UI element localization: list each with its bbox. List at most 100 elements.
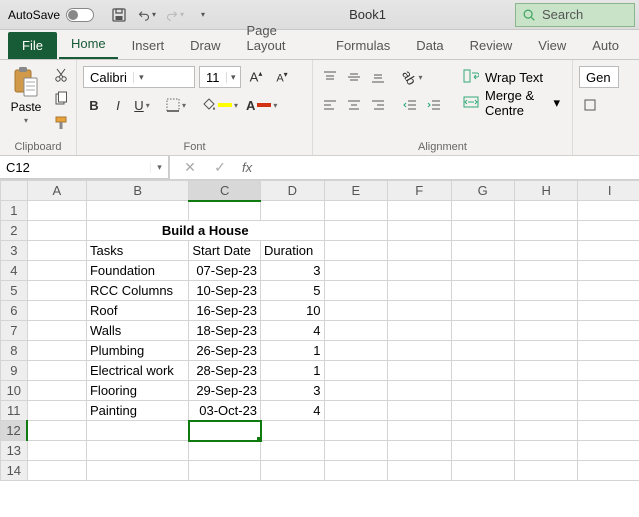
row-header[interactable]: 14 — [1, 461, 28, 481]
underline-button[interactable]: U▾ — [131, 94, 153, 116]
column-header[interactable]: E — [324, 181, 387, 201]
align-middle-icon[interactable] — [343, 66, 365, 88]
tab-automate[interactable]: Auto — [580, 32, 631, 59]
column-header[interactable]: B — [86, 181, 188, 201]
column-header[interactable]: C — [189, 181, 261, 201]
paste-button[interactable]: Paste ▾ — [6, 64, 46, 125]
cancel-icon[interactable]: ✕ — [182, 159, 198, 176]
row-header[interactable]: 6 — [1, 301, 28, 321]
cell[interactable]: RCC Columns — [86, 281, 188, 301]
cell[interactable]: 4 — [261, 401, 324, 421]
select-all-corner[interactable] — [1, 181, 28, 201]
column-header[interactable]: G — [451, 181, 514, 201]
font-name-combo[interactable]: Calibri ▾ — [83, 66, 195, 88]
cell[interactable]: 03-Oct-23 — [189, 401, 261, 421]
align-right-icon[interactable] — [367, 94, 389, 116]
fill-color-button[interactable]: ▾ — [199, 94, 241, 116]
save-icon[interactable] — [110, 6, 128, 24]
row-header[interactable]: 5 — [1, 281, 28, 301]
search-box[interactable]: Search — [515, 3, 635, 27]
align-bottom-icon[interactable] — [367, 66, 389, 88]
cell[interactable]: 18-Sep-23 — [189, 321, 261, 341]
tab-data[interactable]: Data — [404, 32, 455, 59]
borders-button[interactable]: ▾ — [163, 94, 189, 116]
row-header[interactable]: 1 — [1, 201, 28, 221]
column-header[interactable]: H — [514, 181, 577, 201]
row-header[interactable]: 3 — [1, 241, 28, 261]
bold-button[interactable]: B — [83, 94, 105, 116]
toggle-off-icon[interactable] — [66, 8, 94, 22]
chevron-down-icon[interactable]: ▾ — [150, 162, 168, 173]
tab-file[interactable]: File — [8, 32, 57, 59]
wrap-text-button[interactable]: Wrap Text — [457, 66, 566, 88]
cell[interactable]: 28-Sep-23 — [189, 361, 261, 381]
cell[interactable]: Walls — [86, 321, 188, 341]
align-left-icon[interactable] — [319, 94, 341, 116]
decrease-indent-icon[interactable] — [399, 94, 421, 116]
format-painter-icon[interactable] — [52, 114, 70, 132]
font-size-combo[interactable]: 11 ▾ — [199, 66, 241, 88]
autosave-toggle[interactable]: AutoSave — [0, 8, 102, 22]
cell[interactable]: 10-Sep-23 — [189, 281, 261, 301]
cell[interactable]: 16-Sep-23 — [189, 301, 261, 321]
tab-draw[interactable]: Draw — [178, 32, 232, 59]
cell[interactable]: Roof — [86, 301, 188, 321]
chevron-down-icon[interactable]: ▾ — [553, 95, 560, 111]
cell[interactable]: Start Date — [189, 241, 261, 261]
column-header[interactable]: D — [261, 181, 324, 201]
cell[interactable]: 3 — [261, 261, 324, 281]
cell[interactable]: 4 — [261, 321, 324, 341]
accounting-format-icon[interactable] — [579, 94, 601, 116]
customize-qat-icon[interactable]: ▾ — [194, 6, 212, 24]
tab-review[interactable]: Review — [458, 32, 525, 59]
cell[interactable]: 3 — [261, 381, 324, 401]
undo-icon[interactable]: ▾ — [138, 6, 156, 24]
redo-icon[interactable]: ▾ — [166, 6, 184, 24]
cell[interactable]: 1 — [261, 361, 324, 381]
column-header[interactable]: F — [388, 181, 451, 201]
cell[interactable]: Electrical work — [86, 361, 188, 381]
row-header[interactable]: 11 — [1, 401, 28, 421]
row-header[interactable]: 4 — [1, 261, 28, 281]
cell[interactable]: Foundation — [86, 261, 188, 281]
tab-home[interactable]: Home — [59, 30, 118, 59]
number-format-combo[interactable]: Gen — [579, 66, 619, 88]
tab-formulas[interactable]: Formulas — [324, 32, 402, 59]
cell[interactable]: Tasks — [86, 241, 188, 261]
cell[interactable]: 07-Sep-23 — [189, 261, 261, 281]
cell-grid[interactable]: A B C D E F G H I 1 2Build a House 3Task… — [0, 180, 639, 481]
row-header[interactable]: 13 — [1, 441, 28, 461]
cell[interactable]: 1 — [261, 341, 324, 361]
row-header[interactable]: 2 — [1, 221, 28, 241]
cell[interactable]: Flooring — [86, 381, 188, 401]
cut-icon[interactable] — [52, 66, 70, 84]
row-header[interactable]: 12 — [1, 421, 28, 441]
align-center-icon[interactable] — [343, 94, 365, 116]
chevron-down-icon[interactable]: ▾ — [226, 72, 241, 83]
row-header[interactable]: 10 — [1, 381, 28, 401]
row-header[interactable]: 9 — [1, 361, 28, 381]
cell[interactable]: Plumbing — [86, 341, 188, 361]
align-top-icon[interactable] — [319, 66, 341, 88]
cell[interactable]: Painting — [86, 401, 188, 421]
chevron-down-icon[interactable]: ▾ — [24, 116, 28, 125]
cell[interactable]: 5 — [261, 281, 324, 301]
increase-font-icon[interactable]: A▴ — [245, 66, 267, 88]
fx-icon[interactable]: fx — [242, 160, 252, 175]
row-header[interactable]: 8 — [1, 341, 28, 361]
row-header[interactable]: 7 — [1, 321, 28, 341]
orientation-icon[interactable]: ab▾ — [399, 66, 425, 88]
formula-input[interactable] — [299, 156, 639, 179]
font-color-button[interactable]: A▾ — [243, 94, 280, 116]
tab-insert[interactable]: Insert — [120, 32, 177, 59]
column-header[interactable]: A — [27, 181, 86, 201]
cell[interactable]: 10 — [261, 301, 324, 321]
name-box[interactable]: C12 ▾ — [0, 155, 169, 179]
active-cell[interactable] — [189, 421, 261, 441]
sheet-title[interactable]: Build a House — [86, 221, 324, 241]
chevron-down-icon[interactable]: ▾ — [133, 72, 149, 83]
italic-button[interactable]: I — [107, 94, 129, 116]
copy-icon[interactable] — [52, 90, 70, 108]
merge-centre-button[interactable]: Merge & Centre ▾ — [457, 92, 566, 114]
cell[interactable]: 26-Sep-23 — [189, 341, 261, 361]
